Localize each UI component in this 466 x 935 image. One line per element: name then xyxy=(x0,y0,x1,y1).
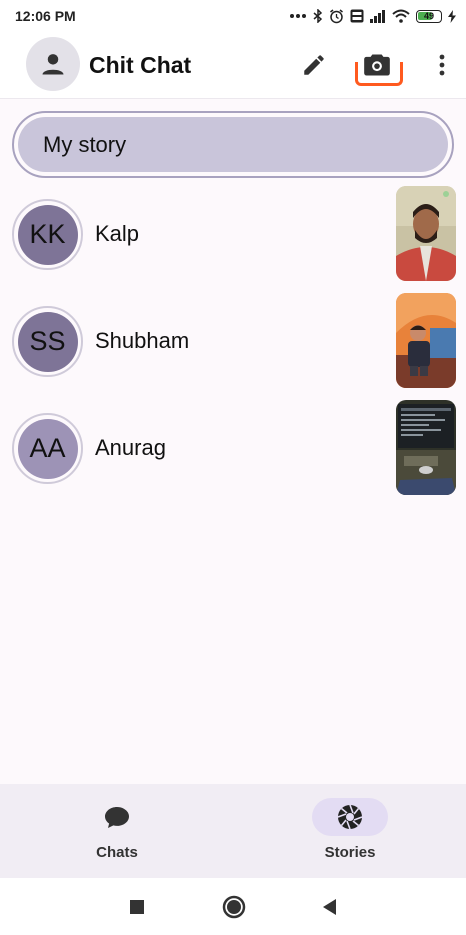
story-item-kalp[interactable]: KK Kalp xyxy=(0,184,466,284)
photo-desk-monitor xyxy=(396,400,456,495)
story-avatar-ring: KK xyxy=(12,199,83,270)
story-thumbnail[interactable] xyxy=(396,293,456,388)
person-icon xyxy=(42,54,64,75)
camera-highlight-mark xyxy=(355,62,403,86)
story-avatar-ring: SS xyxy=(12,306,83,377)
recents-icon xyxy=(130,900,144,914)
story-thumbnail[interactable] xyxy=(396,400,456,495)
nav-stories-label: Stories xyxy=(324,844,376,861)
more-dots-icon xyxy=(290,14,306,18)
nav-stories[interactable]: Stories xyxy=(295,798,405,868)
volte-icon xyxy=(350,9,364,23)
aperture-icon xyxy=(337,804,363,830)
more-vert-icon xyxy=(439,54,445,76)
my-story-label: My story xyxy=(43,131,127,157)
nav-chats-indicator xyxy=(79,798,155,836)
back-icon xyxy=(323,899,336,915)
nav-chats[interactable]: Chats xyxy=(62,798,172,868)
avatar-initials: AA xyxy=(29,433,66,463)
battery-icon: 49 xyxy=(416,9,442,23)
system-navigation-bar xyxy=(0,878,466,935)
photo-man-red-jacket xyxy=(396,186,456,281)
more-options-button[interactable] xyxy=(422,45,462,85)
story-item-shubham[interactable]: SS Shubham xyxy=(0,291,466,391)
battery-percent: 49 xyxy=(423,10,434,21)
back-button[interactable] xyxy=(316,894,342,920)
avatar: AA xyxy=(17,418,78,479)
story-name: Shubham xyxy=(95,328,190,353)
nav-stories-indicator xyxy=(312,798,388,836)
story-item-anurag[interactable]: AA Anurag xyxy=(0,398,466,498)
bottom-navigation: Chats Stories xyxy=(0,784,466,878)
home-button[interactable] xyxy=(221,894,247,920)
status-time: 12:06 PM xyxy=(15,8,76,24)
signal-icon xyxy=(370,9,385,23)
alarm-icon xyxy=(330,8,343,23)
avatar-initials: SS xyxy=(29,326,66,356)
home-icon xyxy=(222,895,246,919)
avatar: KK xyxy=(17,204,78,265)
edit-icon xyxy=(304,55,324,75)
recents-button[interactable] xyxy=(124,894,150,920)
avatar-initials: KK xyxy=(29,219,66,249)
wifi-icon xyxy=(392,9,410,23)
story-thumbnail[interactable] xyxy=(396,186,456,281)
profile-avatar[interactable] xyxy=(26,37,80,91)
chat-bubble-icon xyxy=(105,807,129,828)
my-story-pill: My story xyxy=(18,117,448,172)
edit-button[interactable] xyxy=(294,45,334,85)
avatar: SS xyxy=(17,311,78,372)
my-story-button[interactable]: My story xyxy=(12,111,454,178)
story-name: Kalp xyxy=(95,221,140,246)
status-icons: 49 xyxy=(289,6,456,26)
story-name: Anurag xyxy=(95,435,166,460)
photo-child-orange-tent xyxy=(396,293,456,388)
status-bar: 12:06 PM 49 xyxy=(0,0,466,32)
nav-chats-label: Chats xyxy=(96,844,138,861)
charging-icon xyxy=(448,9,456,23)
story-avatar-ring: AA xyxy=(12,413,83,484)
bluetooth-icon xyxy=(313,9,323,23)
app-title: Chit Chat xyxy=(89,52,192,78)
